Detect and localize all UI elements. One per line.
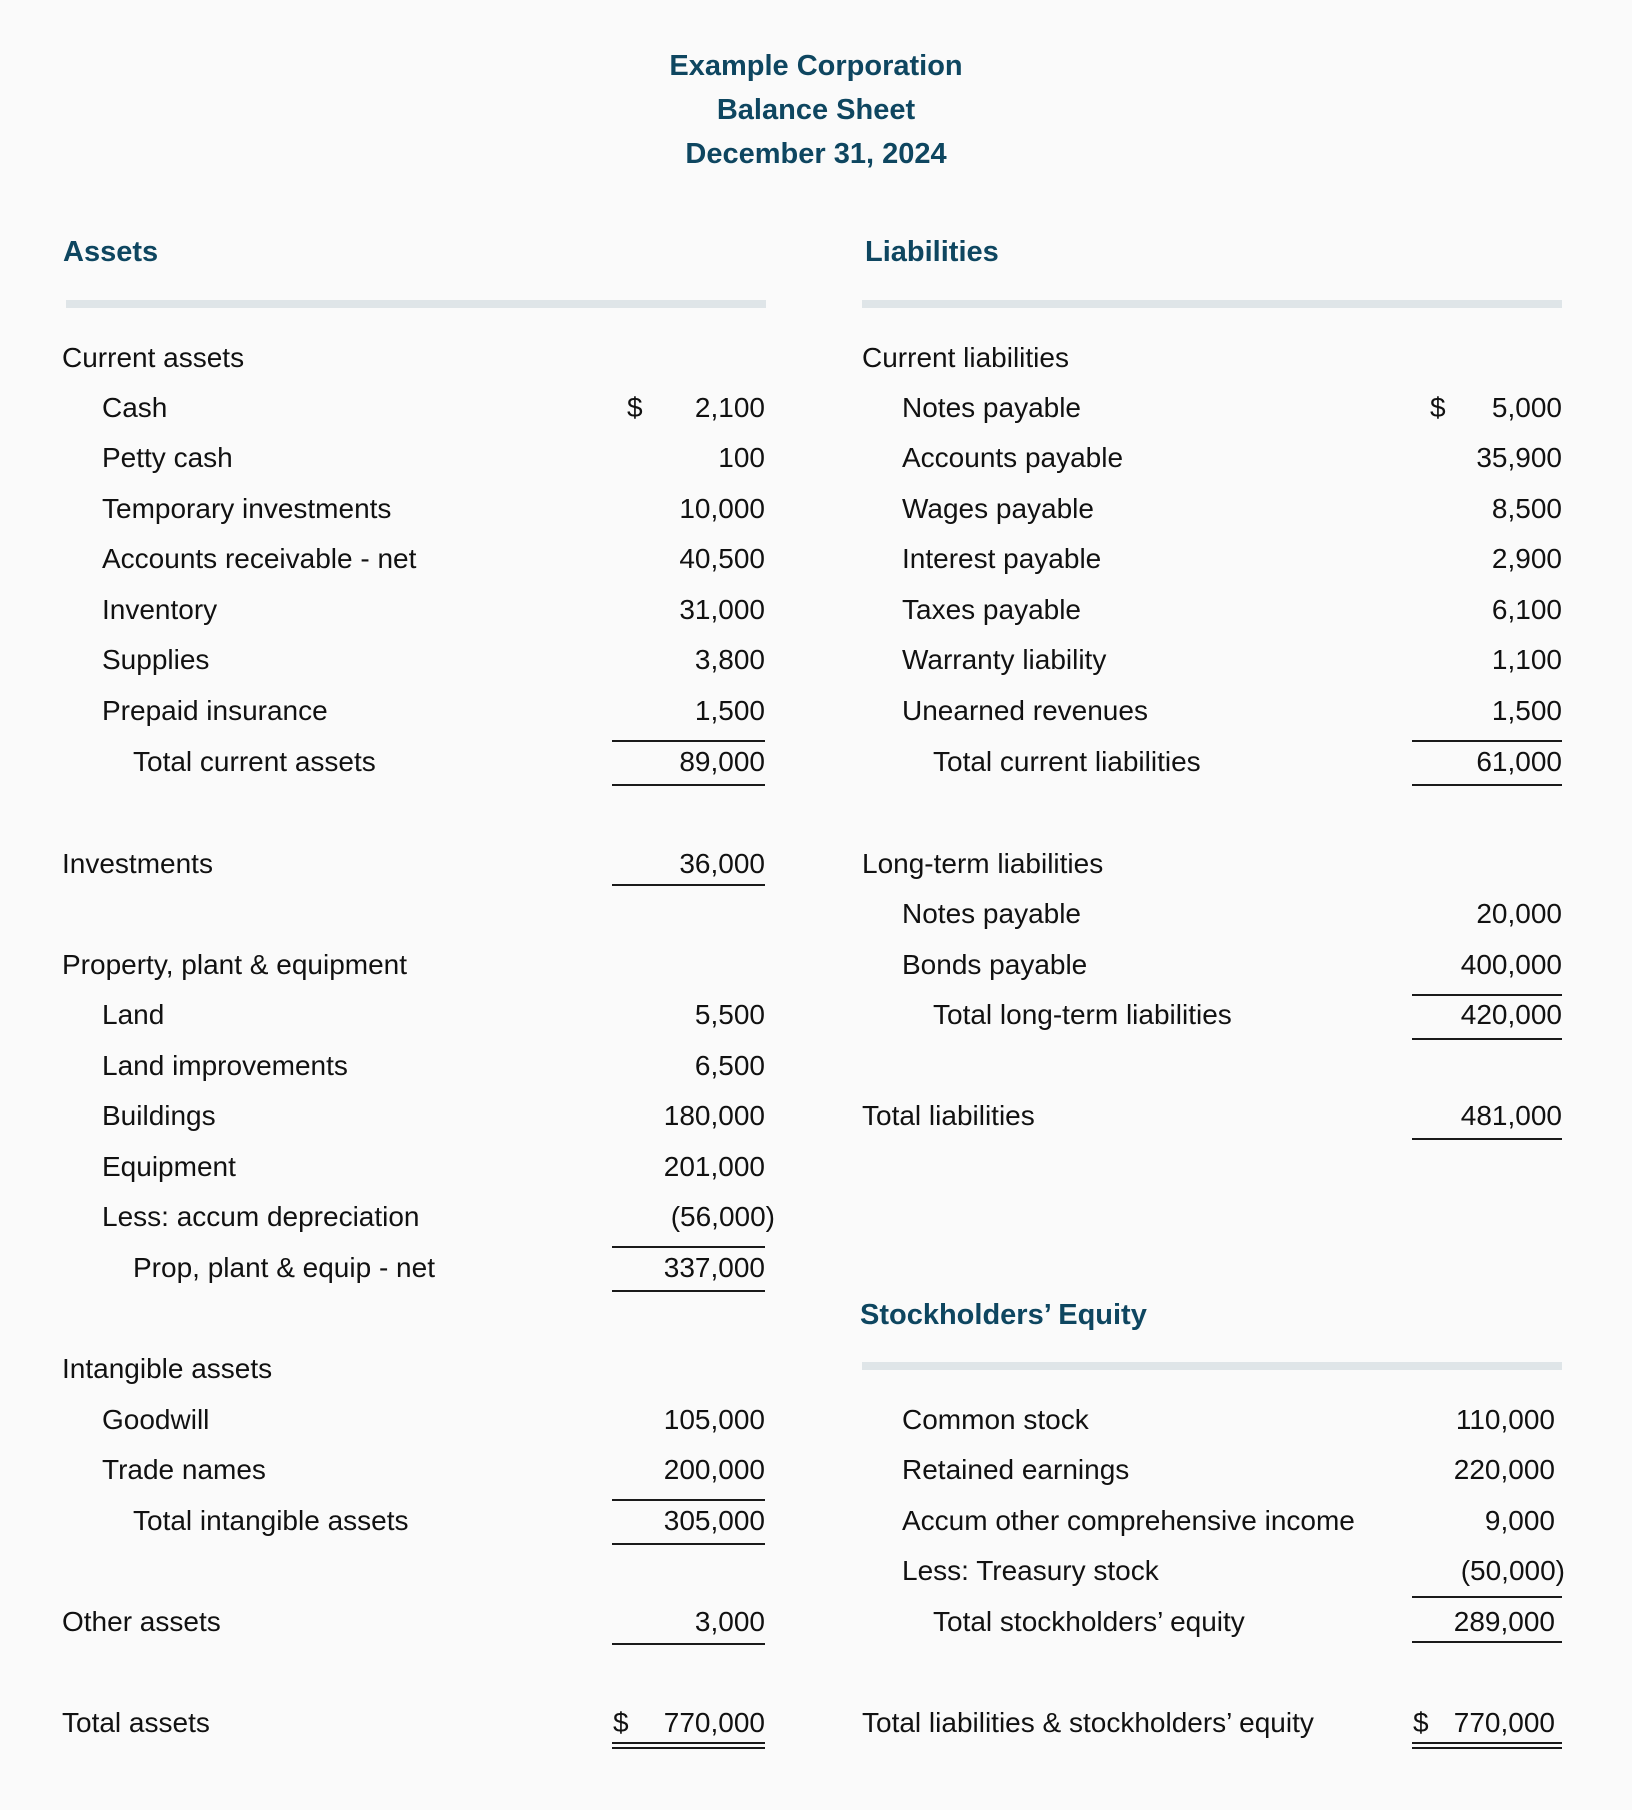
- assets-divider: [66, 300, 766, 308]
- total-rule: [612, 1543, 765, 1545]
- liabilities-heading: Liabilities: [865, 236, 999, 268]
- total-rule: [1412, 1641, 1562, 1643]
- statement-title: Balance Sheet: [716, 94, 916, 126]
- subtotal-rule: [1412, 1596, 1562, 1598]
- equity-heading: Stockholders’ Equity: [860, 1299, 1147, 1331]
- total-rule: [612, 784, 765, 786]
- equity-divider: [862, 1362, 1562, 1370]
- total-rule: [612, 1643, 765, 1645]
- double-rule: [1412, 1742, 1562, 1749]
- double-rule: [612, 1742, 765, 1749]
- total-rule: [1412, 1138, 1562, 1140]
- assets-heading: Assets: [63, 236, 159, 268]
- total-rule: [612, 884, 765, 886]
- company-name: Example Corporation: [669, 50, 963, 82]
- statement-date: December 31, 2024: [685, 138, 947, 170]
- total-rule: [1412, 1038, 1562, 1040]
- liabilities-divider: [862, 300, 1562, 308]
- total-rule: [1412, 784, 1562, 786]
- total-rule: [612, 1290, 765, 1292]
